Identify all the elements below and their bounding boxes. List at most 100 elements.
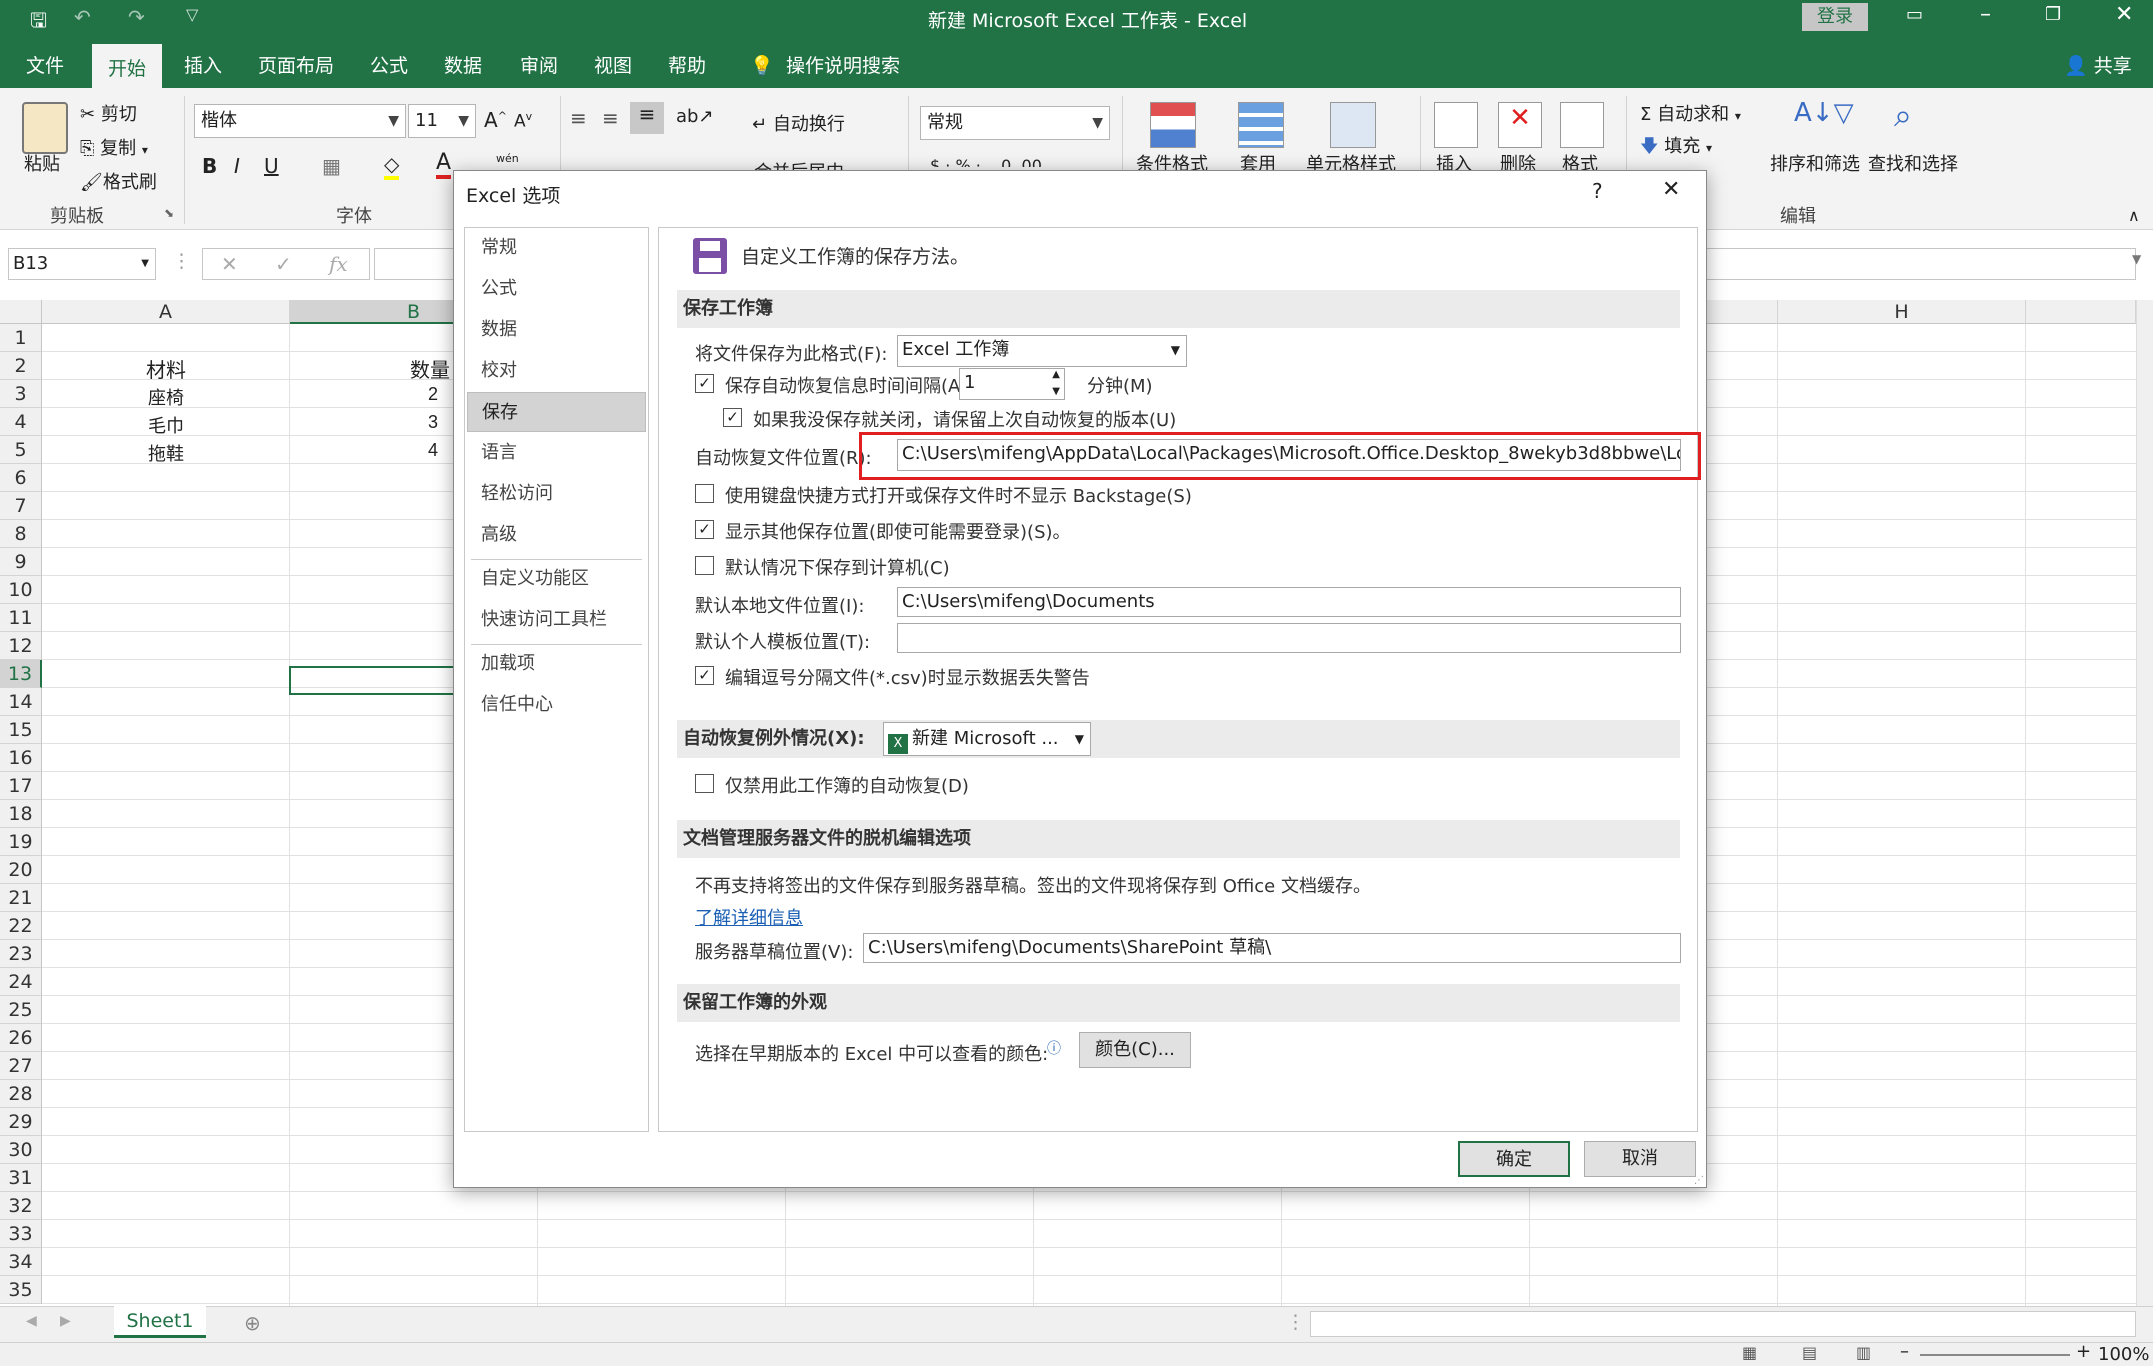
row-header[interactable]: 29 — [0, 1108, 42, 1136]
bold-button[interactable]: B — [202, 154, 217, 178]
row-header[interactable]: 32 — [0, 1192, 42, 1220]
row-header[interactable]: 15 — [0, 716, 42, 744]
row-header[interactable]: 5 — [0, 436, 42, 464]
tab-home[interactable]: 开始 — [92, 44, 162, 88]
column-header-h[interactable]: H — [1778, 300, 2026, 324]
disable-autorecover-checkbox[interactable] — [695, 774, 714, 793]
tell-me-search[interactable]: 操作说明搜索 — [778, 36, 908, 88]
nav-save[interactable]: 保存 — [467, 392, 646, 432]
cell-styles-icon[interactable] — [1330, 102, 1376, 148]
nav-data[interactable]: 数据 — [467, 310, 646, 350]
row-header[interactable]: 1 — [0, 324, 42, 352]
row-header[interactable]: 31 — [0, 1164, 42, 1192]
zoom-in-icon[interactable]: + — [2076, 1341, 2091, 1362]
row-header[interactable]: 8 — [0, 520, 42, 548]
row-header[interactable]: 25 — [0, 996, 42, 1024]
select-all-corner[interactable] — [0, 300, 42, 324]
row-header[interactable]: 21 — [0, 884, 42, 912]
format-cells-icon[interactable] — [1560, 102, 1604, 148]
share-button[interactable]: 👤 共享 — [2056, 36, 2140, 88]
fill-color-icon[interactable]: ◇ — [384, 152, 400, 180]
nav-accessibility[interactable]: 轻松访问 — [467, 474, 646, 514]
tab-page-layout[interactable]: 页面布局 — [250, 36, 342, 88]
paste-icon[interactable] — [22, 102, 68, 154]
dialog-launcher-icon[interactable]: ⬊ — [164, 206, 174, 220]
format-painter-button[interactable]: 🖌格式刷 — [80, 168, 157, 194]
ribbon-display-icon[interactable]: ▭ — [1906, 4, 1923, 25]
sheet-prev-icon[interactable]: ◀ — [26, 1313, 37, 1329]
decrease-font-icon[interactable]: Av — [514, 110, 532, 132]
conditional-format-icon[interactable] — [1150, 102, 1196, 148]
fill-button[interactable]: 🡇 填充 ▾ — [1640, 132, 1712, 164]
vertical-scrollbar[interactable] — [2136, 300, 2153, 1306]
row-header[interactable]: 3 — [0, 380, 42, 408]
nav-language[interactable]: 语言 — [467, 433, 646, 473]
number-format-combo[interactable]: 常规 ▼ — [920, 106, 1110, 140]
row-header[interactable]: 14 — [0, 688, 42, 716]
redo-icon[interactable]: ↷ — [128, 5, 145, 29]
csv-warning-checkbox[interactable]: ✓ — [695, 666, 714, 685]
spinner-icon[interactable]: ▲ ▼ — [1052, 369, 1060, 399]
resize-grip-icon[interactable]: ⋰ — [1694, 1175, 1704, 1186]
sort-filter-icon[interactable]: A↓▽ — [1794, 98, 1854, 128]
cell-a2[interactable]: 材料 — [42, 354, 290, 383]
align-middle-icon[interactable]: ≡ — [602, 106, 619, 130]
keep-last-version-checkbox[interactable]: ✓ — [723, 408, 742, 427]
tab-help[interactable]: 帮助 — [660, 36, 714, 88]
nav-proofing[interactable]: 校对 — [467, 351, 646, 391]
font-size-combo[interactable]: 11 ▼ — [408, 104, 476, 138]
ok-button[interactable]: 确定 — [1458, 1141, 1570, 1177]
colors-button[interactable]: 颜色(C)... — [1079, 1032, 1191, 1068]
show-more-locations-checkbox[interactable]: ✓ — [695, 520, 714, 539]
minimize-icon[interactable]: – — [1980, 2, 1991, 27]
customize-qat-icon[interactable]: ▽ — [186, 5, 198, 24]
restore-icon[interactable]: ❐ — [2045, 4, 2061, 25]
row-header[interactable]: 34 — [0, 1248, 42, 1276]
borders-icon[interactable]: ▦ — [322, 154, 341, 178]
autorecover-minutes-input[interactable]: 1 ▲ ▼ — [959, 368, 1065, 400]
zoom-slider[interactable] — [1920, 1354, 2070, 1356]
row-header[interactable]: 23 — [0, 940, 42, 968]
no-backstage-checkbox[interactable] — [695, 484, 714, 503]
cell-a4[interactable]: 毛巾 — [42, 412, 290, 438]
row-header[interactable]: 19 — [0, 828, 42, 856]
row-header[interactable]: 18 — [0, 800, 42, 828]
nav-customize-ribbon[interactable]: 自定义功能区 — [467, 559, 646, 599]
column-header-a[interactable]: A — [42, 300, 290, 324]
row-header[interactable]: 27 — [0, 1052, 42, 1080]
nav-general[interactable]: 常规 — [467, 228, 646, 268]
save-to-computer-checkbox[interactable] — [695, 556, 714, 575]
nav-advanced[interactable]: 高级 — [467, 515, 646, 555]
tab-data[interactable]: 数据 — [436, 36, 490, 88]
magnifier-icon[interactable]: ⌕ — [1894, 96, 1912, 135]
row-header[interactable]: 24 — [0, 968, 42, 996]
horizontal-scrollbar[interactable] — [1310, 1311, 2136, 1337]
page-layout-view-icon[interactable]: ▤ — [1802, 1343, 1817, 1362]
cell-a5[interactable]: 拖鞋 — [42, 440, 290, 466]
window-close-icon[interactable]: ✕ — [2115, 2, 2133, 27]
align-bottom-icon[interactable]: ≡ — [630, 102, 664, 134]
tab-formulas[interactable]: 公式 — [362, 36, 416, 88]
row-header[interactable]: 2 — [0, 352, 42, 380]
row-header[interactable]: 11 — [0, 604, 42, 632]
row-header[interactable]: 28 — [0, 1080, 42, 1108]
row-header[interactable]: 30 — [0, 1136, 42, 1164]
sheet-next-icon[interactable]: ▶ — [60, 1313, 71, 1329]
phonetic-icon[interactable]: wén — [496, 152, 519, 165]
normal-view-icon[interactable]: ▦ — [1742, 1343, 1757, 1362]
collapse-ribbon-icon[interactable]: ∧ — [2128, 206, 2140, 225]
save-format-select[interactable]: Excel 工作簿 ▼ — [897, 335, 1187, 367]
row-header[interactable]: 13 — [0, 660, 42, 688]
delete-cells-icon[interactable]: ✕ — [1498, 102, 1542, 148]
row-header[interactable]: 26 — [0, 1024, 42, 1052]
row-header[interactable]: 20 — [0, 856, 42, 884]
undo-icon[interactable]: ↶ — [74, 5, 91, 29]
dialog-close-button[interactable]: ✕ — [1662, 177, 1680, 202]
add-sheet-icon[interactable]: ⊕ — [244, 1311, 261, 1335]
default-local-location-input[interactable]: C:\Users\mifeng\Documents — [897, 587, 1681, 617]
row-header[interactable]: 4 — [0, 408, 42, 436]
insert-cells-icon[interactable] — [1434, 102, 1478, 148]
paste-button[interactable]: 粘贴 — [24, 150, 60, 176]
autorecover-checkbox[interactable]: ✓ — [695, 374, 714, 393]
zoom-out-icon[interactable]: – — [1900, 1341, 1909, 1362]
